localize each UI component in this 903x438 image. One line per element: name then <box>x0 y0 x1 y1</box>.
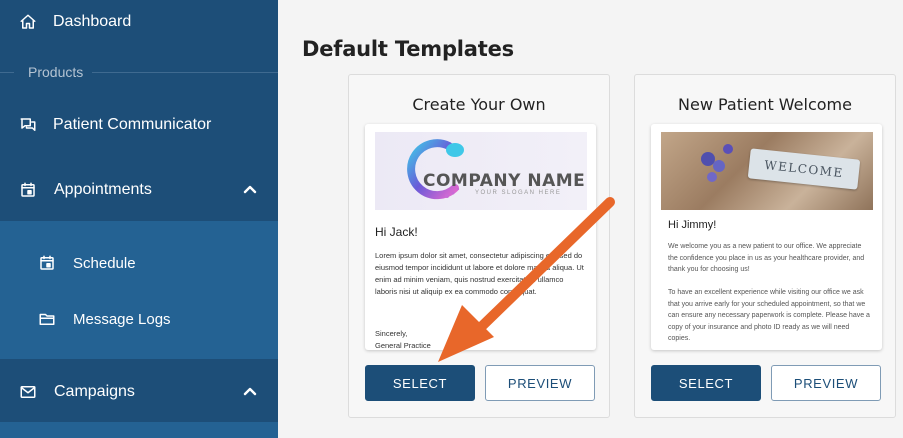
select-button[interactable]: SELECT <box>365 365 475 401</box>
preview-body: Lorem ipsum dolor sit amet, consectetur … <box>375 251 584 296</box>
preview-signature: Sincerely, General Practice <box>375 328 431 350</box>
card-title: New Patient Welcome <box>678 95 852 114</box>
preview-paragraph: To have an excellent experience while vi… <box>668 289 870 342</box>
divider <box>92 72 278 73</box>
campaigns-subnav <box>0 422 278 438</box>
sidebar-item-label: Appointments <box>54 181 152 198</box>
company-name: COMPANY NAME <box>423 171 586 191</box>
sidebar-item-message-logs[interactable]: Message Logs <box>0 305 278 333</box>
welcome-photo: WELCOME <box>661 132 873 210</box>
card-title: Create Your Own <box>412 95 546 114</box>
calendar-icon <box>37 253 57 273</box>
template-preview[interactable]: WELCOME Hi Jimmy! We welcome you as a ne… <box>651 124 882 350</box>
sidebar-item-label: Dashboard <box>53 13 132 30</box>
company-logo-banner: COMPANY NAME YOUR SLOGAN HERE <box>375 132 587 210</box>
chevron-up-icon[interactable] <box>242 384 258 400</box>
template-preview[interactable]: COMPANY NAME YOUR SLOGAN HERE Hi Jack! L… <box>365 124 596 350</box>
sidebar-item-schedule[interactable]: Schedule <box>0 249 278 277</box>
chevron-up-icon[interactable] <box>242 182 258 198</box>
sidebar: Dashboard Products Patient Communicator … <box>0 0 278 438</box>
preview-button[interactable]: PREVIEW <box>485 365 595 401</box>
sidebar-item-label: Schedule <box>73 254 136 272</box>
template-card-create-your-own: Create Your Own COMPANY NAME YOUR SLOGAN… <box>348 74 610 418</box>
flower-icon <box>713 160 725 172</box>
sidebar-item-dashboard[interactable]: Dashboard <box>0 8 278 36</box>
preview-button[interactable]: PREVIEW <box>771 365 881 401</box>
preview-body: We welcome you as a new patient to our o… <box>668 241 873 345</box>
folder-icon <box>37 309 57 329</box>
section-label-products: Products <box>28 64 84 80</box>
sidebar-item-label: Patient Communicator <box>53 116 212 133</box>
calendar-icon <box>18 180 38 200</box>
preview-paragraph: We welcome you as a new patient to our o… <box>668 243 865 273</box>
flower-icon <box>707 172 717 182</box>
sidebar-item-patient-communicator[interactable]: Patient Communicator <box>0 111 278 139</box>
sidebar-item-appointments[interactable]: Appointments <box>0 176 278 204</box>
preview-greeting: Hi Jimmy! <box>668 219 717 231</box>
sidebar-item-campaigns[interactable]: Campaigns <box>0 378 278 406</box>
divider <box>0 72 14 73</box>
mail-icon <box>18 382 38 402</box>
sidebar-item-label: Campaigns <box>54 383 135 400</box>
home-icon <box>18 12 38 32</box>
chat-icon <box>18 115 38 135</box>
company-slogan: YOUR SLOGAN HERE <box>475 190 562 196</box>
select-button[interactable]: SELECT <box>651 365 761 401</box>
preview-greeting: Hi Jack! <box>375 225 418 239</box>
welcome-tag: WELCOME <box>747 148 861 190</box>
page-title: Default Templates <box>302 37 514 61</box>
template-card-new-patient-welcome: New Patient Welcome WELCOME Hi Jimmy! We… <box>634 74 896 418</box>
signoff: Sincerely, <box>375 329 408 338</box>
flower-icon <box>723 144 733 154</box>
signature: General Practice <box>375 341 431 350</box>
appointments-subnav <box>0 221 278 359</box>
sidebar-item-label: Message Logs <box>73 310 171 328</box>
